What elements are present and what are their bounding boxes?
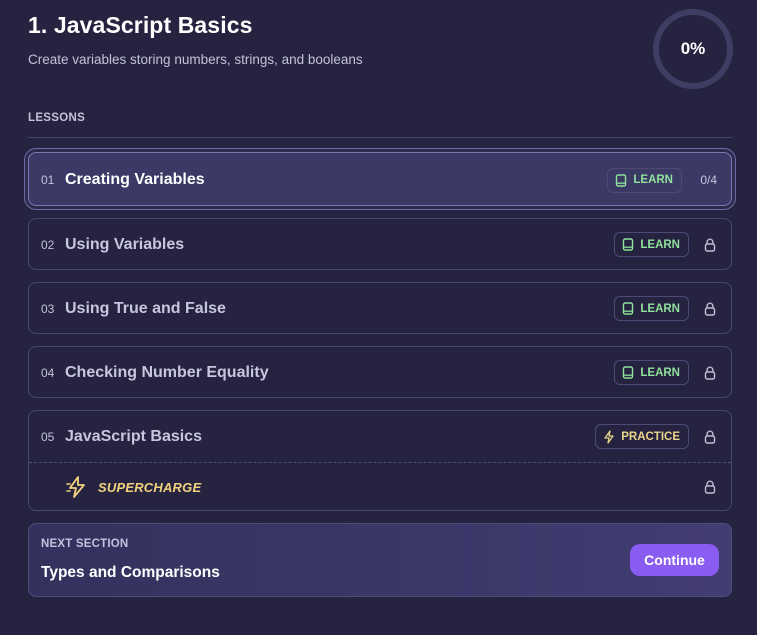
section-title: 1. JavaScript Basics — [28, 12, 253, 38]
tag-label: LEARN — [633, 174, 673, 186]
lesson-item-using-true-and-false[interactable]: 03 Using True and False LEARN — [28, 282, 732, 334]
lesson-number: 04 — [41, 365, 55, 380]
lessons-heading: LESSONS — [28, 112, 86, 124]
lesson-title: Using Variables — [65, 235, 185, 253]
lesson-number: 01 — [41, 173, 55, 187]
lesson-number: 05 — [41, 429, 55, 444]
learn-tag: LEARN — [614, 232, 689, 257]
lesson-item-checking-number-equality[interactable]: 04 Checking Number Equality LEARN — [28, 346, 732, 398]
lesson-number: 03 — [41, 301, 55, 316]
learn-tag: LEARN — [614, 360, 689, 385]
lesson-row: 03 Using True and False LEARN — [29, 283, 731, 334]
learn-tag: LEARN — [614, 296, 689, 321]
lesson-title: Checking Number Equality — [65, 363, 269, 381]
divider — [28, 137, 732, 138]
lesson-number: 02 — [41, 237, 55, 252]
tag-label: LEARN — [640, 238, 680, 251]
lock-icon — [703, 302, 717, 316]
lesson-progress-count: 0/4 — [700, 173, 717, 187]
lesson-title: JavaScript Basics — [65, 427, 202, 445]
lightning-icon — [66, 476, 85, 498]
tag-label: LEARN — [640, 366, 680, 379]
lesson-title: Using True and False — [65, 299, 226, 317]
progress-ring: 0% — [653, 9, 733, 89]
lesson-row: 01 Creating Variables LEARN 0/4 — [29, 153, 731, 207]
lock-icon — [703, 430, 717, 444]
tag-label: LEARN — [640, 302, 680, 315]
course-section-page: 1. JavaScript Basics Create variables st… — [0, 0, 757, 635]
next-section-label: NEXT SECTION — [41, 538, 129, 550]
book-icon — [623, 366, 634, 379]
next-section-title: Types and Comparisons — [41, 564, 220, 581]
learn-tag: LEARN — [607, 167, 682, 193]
lesson-row: 05 JavaScript Basics PRACTICE — [29, 411, 731, 462]
section-subtitle: Create variables storing numbers, string… — [28, 52, 363, 67]
supercharge-label: SUPERCHARGE — [98, 479, 202, 495]
lesson-item-using-variables[interactable]: 02 Using Variables LEARN — [28, 218, 732, 270]
lesson-item-creating-variables[interactable]: 01 Creating Variables LEARN 0/4 — [28, 152, 732, 206]
continue-button[interactable]: Continue — [630, 544, 719, 576]
practice-tag: PRACTICE — [595, 424, 689, 449]
lock-icon — [703, 238, 717, 252]
lesson-item-javascript-basics-practice[interactable]: 05 JavaScript Basics PRACTICE SUPERCHARG… — [28, 410, 732, 511]
lock-icon — [703, 480, 717, 494]
progress-value: 0% — [680, 39, 706, 58]
supercharge-item[interactable]: SUPERCHARGE — [29, 463, 731, 511]
book-icon — [623, 302, 634, 315]
next-section-card: NEXT SECTION Types and Comparisons Conti… — [28, 523, 732, 597]
lock-icon — [703, 366, 717, 380]
book-icon — [616, 173, 627, 187]
tag-label: PRACTICE — [621, 430, 680, 443]
lesson-title: Creating Variables — [65, 171, 205, 188]
section-header: 1. JavaScript Basics Create variables st… — [28, 0, 733, 108]
lesson-row: 04 Checking Number Equality LEARN — [29, 347, 731, 398]
lesson-row: 02 Using Variables LEARN — [29, 219, 731, 270]
lightning-icon — [604, 429, 614, 444]
book-icon — [623, 238, 634, 251]
